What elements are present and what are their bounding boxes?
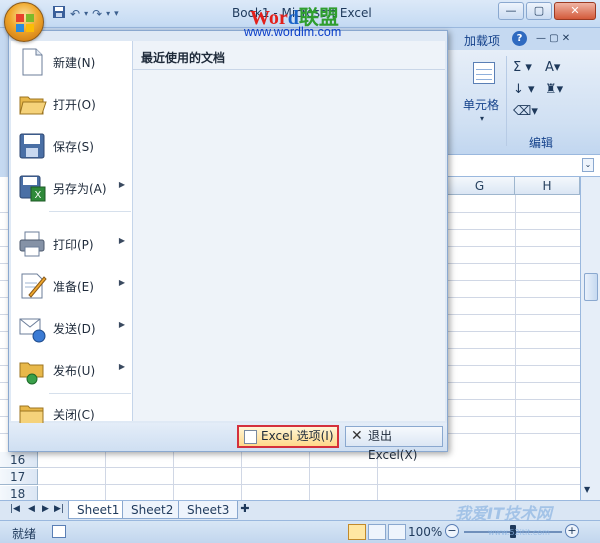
last-sheet-icon[interactable]: ▶| bbox=[54, 504, 64, 514]
redo-icon[interactable]: ↷ bbox=[92, 5, 102, 23]
chevron-down-icon: ▾ bbox=[480, 114, 485, 123]
sheet-tab-3[interactable]: Sheet3 bbox=[178, 501, 239, 519]
save-icon[interactable] bbox=[52, 5, 66, 24]
excel-options-button[interactable]: Excel 选项(I) bbox=[237, 425, 339, 448]
save-as-icon: X bbox=[19, 175, 46, 202]
close-icon: ✕ bbox=[351, 428, 363, 444]
office-button[interactable] bbox=[4, 2, 44, 42]
window-controls: — ▢ ✕ bbox=[498, 2, 596, 20]
row-header-17[interactable]: 17 bbox=[0, 469, 38, 485]
column-header-h[interactable]: H bbox=[515, 177, 580, 195]
send-icon bbox=[19, 318, 46, 343]
title-bar: ↶ ▾ ↷ ▾ ▾ Book1 - Microsoft Excel Word联盟… bbox=[0, 0, 600, 29]
watermark-url: www.wordlm.com bbox=[244, 25, 342, 39]
column-header-g[interactable]: G bbox=[445, 177, 515, 195]
menu-item-prepare[interactable]: 准备(E) ▶ bbox=[11, 265, 133, 307]
redo-dropdown-icon[interactable]: ▾ bbox=[106, 5, 110, 23]
menu-item-new[interactable]: 新建(N) bbox=[11, 41, 133, 83]
zoom-level[interactable]: 100% bbox=[408, 525, 442, 539]
menu-item-save[interactable]: 保存(S) bbox=[11, 125, 133, 167]
prepare-document-icon bbox=[21, 273, 47, 299]
publish-icon bbox=[19, 362, 44, 385]
find-select-icon[interactable]: ♜▾ bbox=[545, 82, 563, 97]
editing-group: Σ ▾ A▾ ↓ ▾ ♜▾ ⌫▾ 编辑 bbox=[511, 56, 591, 150]
formula-bar: ⌄ bbox=[445, 155, 600, 177]
close-window-button[interactable]: ✕ bbox=[554, 2, 596, 20]
exit-excel-button[interactable]: ✕ 退出 Excel(X) bbox=[345, 426, 443, 462]
tab-addins[interactable]: 加载项 bbox=[464, 32, 500, 49]
submenu-arrow-icon: ▶ bbox=[118, 362, 125, 371]
vertical-scrollbar[interactable]: ▼ bbox=[580, 177, 600, 502]
expand-formula-bar-icon[interactable]: ⌄ bbox=[582, 158, 594, 172]
submenu-arrow-icon: ▶ bbox=[118, 180, 125, 189]
next-sheet-icon[interactable]: ▶ bbox=[42, 504, 49, 514]
insert-sheet-icon[interactable]: ✚ bbox=[236, 502, 254, 518]
quick-access-toolbar: ↶ ▾ ↷ ▾ ▾ bbox=[52, 5, 119, 23]
menu-item-publish[interactable]: 发布(U) ▶ bbox=[11, 349, 133, 391]
office-logo-icon bbox=[16, 14, 34, 32]
maximize-button[interactable]: ▢ bbox=[526, 2, 552, 20]
fill-icon[interactable]: ↓ ▾ bbox=[513, 82, 535, 97]
first-sheet-icon[interactable]: |◀ bbox=[10, 504, 20, 514]
page-break-view-button[interactable] bbox=[388, 524, 406, 540]
status-ready: 就绪 bbox=[12, 527, 37, 541]
macro-record-icon[interactable] bbox=[52, 525, 66, 538]
scroll-down-icon[interactable]: ▼ bbox=[584, 485, 590, 494]
sort-filter-icon[interactable]: A▾ bbox=[545, 60, 560, 75]
svg-text:X: X bbox=[35, 190, 42, 201]
cells-icon bbox=[473, 62, 495, 84]
open-folder-icon bbox=[19, 96, 47, 115]
save-disk-icon bbox=[19, 133, 45, 159]
recent-documents-panel: 最近使用的文档 bbox=[133, 41, 445, 421]
menu-item-open[interactable]: 打开(O) bbox=[11, 83, 133, 125]
page-layout-view-button[interactable] bbox=[368, 524, 386, 540]
undo-dropdown-icon[interactable]: ▾ bbox=[84, 5, 88, 23]
minimize-button[interactable]: — bbox=[498, 2, 524, 20]
undo-icon[interactable]: ↶ bbox=[70, 5, 80, 23]
scroll-thumb[interactable] bbox=[584, 273, 598, 301]
submenu-arrow-icon: ▶ bbox=[118, 236, 125, 245]
normal-view-button[interactable] bbox=[348, 524, 366, 540]
prev-sheet-icon[interactable]: ◀ bbox=[28, 504, 35, 514]
watermark-bottom-url: www.52itit.com bbox=[488, 528, 550, 537]
office-menu-footer: Excel 选项(I) ✕ 退出 Excel(X) bbox=[9, 423, 447, 462]
cells-button[interactable]: 单元格 bbox=[463, 96, 499, 113]
submenu-arrow-icon: ▶ bbox=[118, 320, 125, 329]
options-document-icon bbox=[244, 430, 257, 444]
customize-qat-icon[interactable]: ▾ bbox=[114, 5, 119, 23]
recent-documents-title: 最近使用的文档 bbox=[141, 51, 226, 65]
editing-group-label: 编辑 bbox=[529, 136, 554, 150]
autosum-icon[interactable]: Σ ▾ bbox=[513, 60, 532, 75]
sheet-tab-2[interactable]: Sheet2 bbox=[122, 501, 183, 519]
printer-icon bbox=[19, 231, 45, 257]
ribbon-tabs: 加载项 ? — ▢ ✕ bbox=[450, 28, 600, 50]
ribbon-window-controls[interactable]: — ▢ ✕ bbox=[536, 33, 570, 44]
menu-item-save-as[interactable]: X 另存为(A) ▶ bbox=[11, 167, 133, 209]
row-header-16[interactable]: 16 bbox=[0, 452, 38, 468]
office-menu: 新建(N) 打开(O) 保存(S) X 另存为(A) ▶ 打印(P) ▶ 准备(… bbox=[8, 30, 448, 462]
office-menu-commands: 新建(N) 打开(O) 保存(S) X 另存为(A) ▶ 打印(P) ▶ 准备(… bbox=[11, 41, 133, 425]
menu-item-send[interactable]: 发送(D) ▶ bbox=[11, 307, 133, 349]
sheet-tab-1[interactable]: Sheet1 bbox=[68, 501, 129, 519]
help-icon[interactable]: ? bbox=[512, 31, 527, 46]
clear-icon[interactable]: ⌫▾ bbox=[513, 104, 538, 119]
submenu-arrow-icon: ▶ bbox=[118, 278, 125, 287]
ribbon-body: 单元格 ▾ Σ ▾ A▾ ↓ ▾ ♜▾ ⌫▾ 编辑 bbox=[445, 50, 600, 155]
menu-item-print[interactable]: 打印(P) ▶ bbox=[11, 223, 133, 265]
new-document-icon bbox=[22, 48, 43, 76]
view-buttons bbox=[348, 524, 406, 540]
cells-group: 单元格 ▾ bbox=[459, 56, 507, 146]
